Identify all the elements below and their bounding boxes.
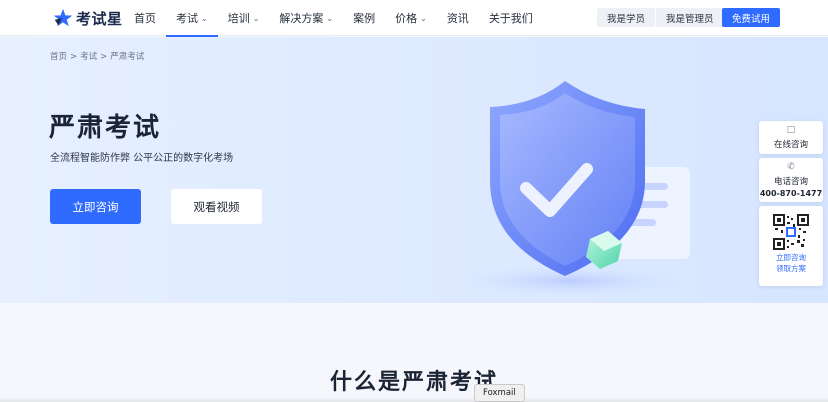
breadcrumb-current: 严肃考试 xyxy=(110,52,145,62)
nav-item-training[interactable]: 培训 ⌄ xyxy=(218,0,270,36)
qr-consult-card[interactable]: 立即咨询 领取方案 xyxy=(759,206,823,286)
nav-label: 资讯 xyxy=(446,12,469,25)
qr-caption-consult: 立即咨询 xyxy=(776,253,806,262)
nav-label: 案例 xyxy=(353,12,376,25)
consult-now-button[interactable]: 立即咨询 xyxy=(50,189,141,224)
nav-label: 价格 xyxy=(395,12,418,25)
taskbar-tooltip: Foxmail xyxy=(474,384,525,402)
section-title: 什么是严肃考试 xyxy=(329,370,498,395)
nav-label: 关于我们 xyxy=(488,12,533,25)
nav-item-home[interactable]: 首页 xyxy=(124,0,166,36)
phone-icon: ✆ xyxy=(787,161,795,172)
intro-section: 什么是严肃考试 xyxy=(0,303,828,402)
hero-section: 首页 > 考试 > 严肃考试 严肃考试 全流程智能防作弊 公平公正的数字化考场 立即咨询… xyxy=(0,37,828,303)
nav-label: 培训 xyxy=(227,12,250,25)
breadcrumb-exam[interactable]: 考试 xyxy=(80,52,97,62)
phone-consult-button[interactable]: ✆ 电话咨询 400-870-1477 xyxy=(759,158,823,202)
breadcrumb-separator: > xyxy=(100,52,108,62)
admin-login-button[interactable]: 我是管理员 xyxy=(656,8,724,27)
breadcrumb: 首页 > 考试 > 严肃考试 xyxy=(50,50,147,62)
phone-consult-label: 电话咨询 xyxy=(773,176,808,187)
shield-illustration xyxy=(450,81,690,297)
online-consult-label: 在线咨询 xyxy=(773,139,808,150)
top-header: 考试星 首页 考试 ⌄ 培训 ⌄ 解决方案 ⌄ 案例 价格 ⌄ 资讯 关于我们 我是学员… xyxy=(0,0,828,37)
free-trial-button[interactable]: 免费试用 xyxy=(722,8,781,27)
star-logo-icon xyxy=(53,8,73,27)
page-subtitle: 全流程智能防作弊 公平公正的数字化考场 xyxy=(50,153,234,164)
student-login-button[interactable]: 我是学员 xyxy=(597,8,656,27)
nav-label: 首页 xyxy=(134,12,156,25)
nav-item-solutions[interactable]: 解决方案 ⌄ xyxy=(269,0,343,36)
nav-item-about[interactable]: 关于我们 xyxy=(479,0,543,36)
online-consult-button[interactable]: □ 在线咨询 xyxy=(759,121,823,154)
nav-item-exam[interactable]: 考试 ⌄ xyxy=(166,0,218,37)
bottom-shadow xyxy=(0,397,828,402)
chevron-down-icon: ⌄ xyxy=(420,13,427,23)
main-nav: 首页 考试 ⌄ 培训 ⌄ 解决方案 ⌄ 案例 价格 ⌄ 资讯 关于我们 xyxy=(124,0,543,37)
chevron-down-icon: ⌄ xyxy=(252,13,260,23)
breadcrumb-home[interactable]: 首页 xyxy=(50,52,67,62)
qr-code-icon xyxy=(773,214,809,250)
chevron-down-icon: ⌄ xyxy=(326,13,334,23)
nav-label: 考试 xyxy=(176,12,198,25)
breadcrumb-separator: > xyxy=(70,52,78,62)
qr-caption-plan: 领取方案 xyxy=(776,264,806,273)
page-title: 严肃考试 xyxy=(49,113,162,143)
nav-item-cases[interactable]: 案例 xyxy=(343,0,385,36)
logo-text: 考试星 xyxy=(76,9,123,28)
nav-item-pricing[interactable]: 价格 ⌄ xyxy=(385,0,437,36)
nav-label: 解决方案 xyxy=(279,12,324,25)
phone-number: 400-870-1477 xyxy=(759,188,823,198)
logo[interactable]: 考试星 xyxy=(52,7,123,29)
chat-icon: □ xyxy=(786,124,796,135)
watch-video-button[interactable]: 观看视频 xyxy=(171,189,262,224)
nav-item-news[interactable]: 资讯 xyxy=(437,0,479,36)
chevron-down-icon: ⌄ xyxy=(201,13,208,23)
floating-contact-panel: □ 在线咨询 ✆ 电话咨询 400-870-1477 立即咨询 领取方案 xyxy=(759,121,823,286)
